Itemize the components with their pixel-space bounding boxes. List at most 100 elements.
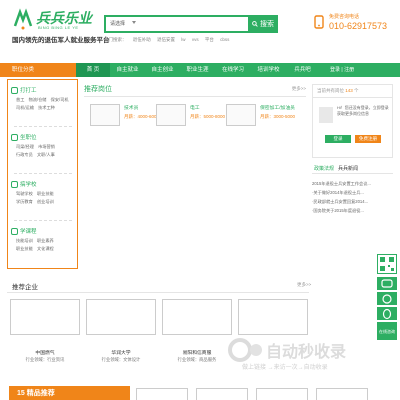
- online-chat-button[interactable]: [377, 276, 397, 290]
- sidebar-link[interactable]: 技能培训: [16, 238, 33, 243]
- search-icon: [252, 21, 258, 27]
- featured-image[interactable]: [256, 388, 308, 400]
- news-item[interactable]: ·民政部就士兵安置回复2014...: [312, 197, 393, 206]
- login-prompt: Hi！您还没有登录，立即登录获取更多岗位信息: [337, 105, 389, 116]
- login-button[interactable]: 登录: [325, 135, 351, 143]
- search-button-label: 搜索: [260, 21, 274, 28]
- logo-icon: [13, 8, 33, 30]
- sidebar-link[interactable]: 驾驶学校: [16, 191, 33, 196]
- sidebar-link[interactable]: 保安/司机: [51, 97, 69, 102]
- enterprise-logo: [238, 299, 308, 335]
- enterprise-card[interactable]: 华润大学 行业领域：文体设计: [86, 299, 156, 369]
- divider: [14, 126, 72, 127]
- hot-search-term[interactable]: 退伍安置: [157, 37, 175, 42]
- featured-image[interactable]: [196, 388, 248, 400]
- job-title[interactable]: 技术员: [124, 104, 138, 111]
- sidebar-link[interactable]: 普工: [16, 97, 24, 102]
- divider: [313, 97, 392, 98]
- search-button[interactable]: 搜索: [248, 15, 278, 33]
- sidebar-link[interactable]: 司梁/经理: [16, 144, 34, 149]
- search-input[interactable]: [138, 18, 248, 30]
- sidebar-link[interactable]: 职业技能: [37, 191, 54, 196]
- qq-icon: [382, 308, 392, 320]
- phone-label: 免费咨询电话: [329, 14, 360, 20]
- search-category-select[interactable]: 请选择: [110, 20, 125, 27]
- qq-button[interactable]: [377, 306, 397, 320]
- job-card[interactable]: 电工 月薪：5000-8000: [156, 104, 226, 126]
- nav-item-startup[interactable]: 自主创业: [145, 63, 180, 77]
- divider: [14, 220, 72, 221]
- news-item[interactable]: 2015年退役士兵安置工作会议...: [312, 179, 393, 188]
- slogan: 国内领先的退伍军人就业服务平台: [12, 37, 110, 44]
- sidebar-link[interactable]: 司机/运输: [16, 105, 34, 110]
- hot-search-term[interactable]: 退伍补助: [133, 37, 151, 42]
- nav-item-career[interactable]: 职业生涯: [180, 63, 215, 77]
- watermark-subtext: 做上链接 →来访一次→自动收录: [242, 365, 328, 371]
- enterprise-name[interactable]: 华润大学: [86, 349, 156, 356]
- hot-search-term[interactable]: lw: [181, 37, 185, 42]
- nav-item-training-school[interactable]: 培训学校: [251, 63, 286, 77]
- hot-search-term[interactable]: vvs: [192, 37, 199, 42]
- sidebar-link[interactable]: 市场营销: [38, 144, 55, 149]
- job-salary: 月薪：5000-8000: [190, 114, 226, 119]
- sidebar-link[interactable]: 物流/仓储: [29, 97, 47, 102]
- section-title: 推荐岗位: [84, 86, 112, 93]
- chevron-down-icon: [132, 21, 136, 24]
- job-image: [90, 104, 120, 126]
- sidebar-link[interactable]: 文职/人事: [37, 152, 55, 157]
- recommended-jobs: 推荐岗位 更多>> 技术员 月薪：4000-6000 电工 月薪：5000-80…: [84, 84, 306, 144]
- sidebar-group-title[interactable]: 学课程: [20, 227, 37, 235]
- sidebar-link[interactable]: 职业技能: [16, 246, 33, 251]
- sidebar-link[interactable]: 文化课程: [37, 246, 54, 251]
- tab-news[interactable]: 兵兵新闻: [338, 165, 358, 172]
- nav-item-forum[interactable]: 兵兵吧: [286, 63, 319, 77]
- featured-image[interactable]: [316, 388, 368, 400]
- search-box: 请选择 搜索: [104, 15, 278, 33]
- register-button[interactable]: 免费注册: [355, 135, 381, 143]
- nav-item-online-learning[interactable]: 在线学习: [215, 63, 251, 77]
- sidebar-link[interactable]: 创业培训: [37, 199, 54, 204]
- job-title[interactable]: 电工: [190, 104, 200, 111]
- job-card[interactable]: 技术员 月薪：4000-6000: [90, 104, 159, 126]
- more-link[interactable]: 更多>>: [297, 282, 311, 288]
- news-item[interactable]: ·关于做好2014年退役士兵...: [312, 188, 393, 197]
- sidebar-group-title[interactable]: 打打工: [20, 86, 37, 94]
- sidebar-link[interactable]: 行政专员: [16, 152, 33, 157]
- featured-image[interactable]: [136, 388, 188, 400]
- job-category-menu[interactable]: 职位分类: [0, 63, 76, 77]
- hot-search-term[interactable]: 平台: [205, 37, 214, 42]
- job-title[interactable]: 保密加工/加油员: [260, 104, 295, 111]
- divider: [7, 292, 309, 293]
- wrench-icon: [11, 87, 18, 94]
- sidebar-link[interactable]: 技术工种: [38, 105, 55, 110]
- user-login-box: 当前共有岗位 143 个 Hi！您还没有登录，立即登录获取更多岗位信息 登录 免…: [312, 84, 393, 158]
- sidebar-group-title[interactable]: 坐职位: [20, 133, 37, 141]
- weibo-icon: [382, 294, 392, 304]
- sidebar-link[interactable]: 学历教育: [16, 199, 33, 204]
- nav-item-home[interactable]: 首 页: [76, 63, 110, 77]
- job-card[interactable]: 保密加工/加油员 月薪：3000-5000: [226, 104, 296, 126]
- nav-item-self-employment[interactable]: 自主就业: [110, 63, 145, 77]
- enterprise-logo: [162, 299, 232, 335]
- sidebar-link[interactable]: 职业素养: [37, 238, 54, 243]
- logo[interactable]: 兵兵乐业 BING BING LE YE: [12, 8, 92, 30]
- floating-service-bar: 在线咨询: [377, 254, 397, 340]
- hot-search-term[interactable]: cbss: [220, 37, 229, 42]
- enterprise-logo: [86, 299, 156, 335]
- sidebar-group-title[interactable]: 搞学校: [20, 180, 37, 188]
- phone-icon: [314, 15, 324, 29]
- login-register-link[interactable]: 登录 | 注册: [330, 63, 354, 77]
- news-item[interactable]: ·国务院关于2015年度退役...: [312, 206, 393, 215]
- enterprise-card[interactable]: 易阳和信商服 行业领域：商品服务: [162, 299, 232, 369]
- enterprise-card[interactable]: 中国燃气 行业领域：行业资讯: [10, 299, 80, 369]
- enterprise-name[interactable]: 中国燃气: [10, 349, 80, 356]
- job-count-prefix: 当前共有岗位: [317, 88, 344, 93]
- qr-code-icon[interactable]: [377, 254, 397, 274]
- job-salary: 月薪：3000-5000: [260, 114, 296, 119]
- enterprise-name[interactable]: 易阳和信商服: [162, 349, 232, 356]
- more-link[interactable]: 更多>>: [292, 86, 306, 92]
- watermark-logo-icon: [228, 338, 262, 362]
- weibo-button[interactable]: [377, 291, 397, 305]
- tab-policies[interactable]: 政策法规: [314, 165, 334, 172]
- enterprise-logo: [10, 299, 80, 335]
